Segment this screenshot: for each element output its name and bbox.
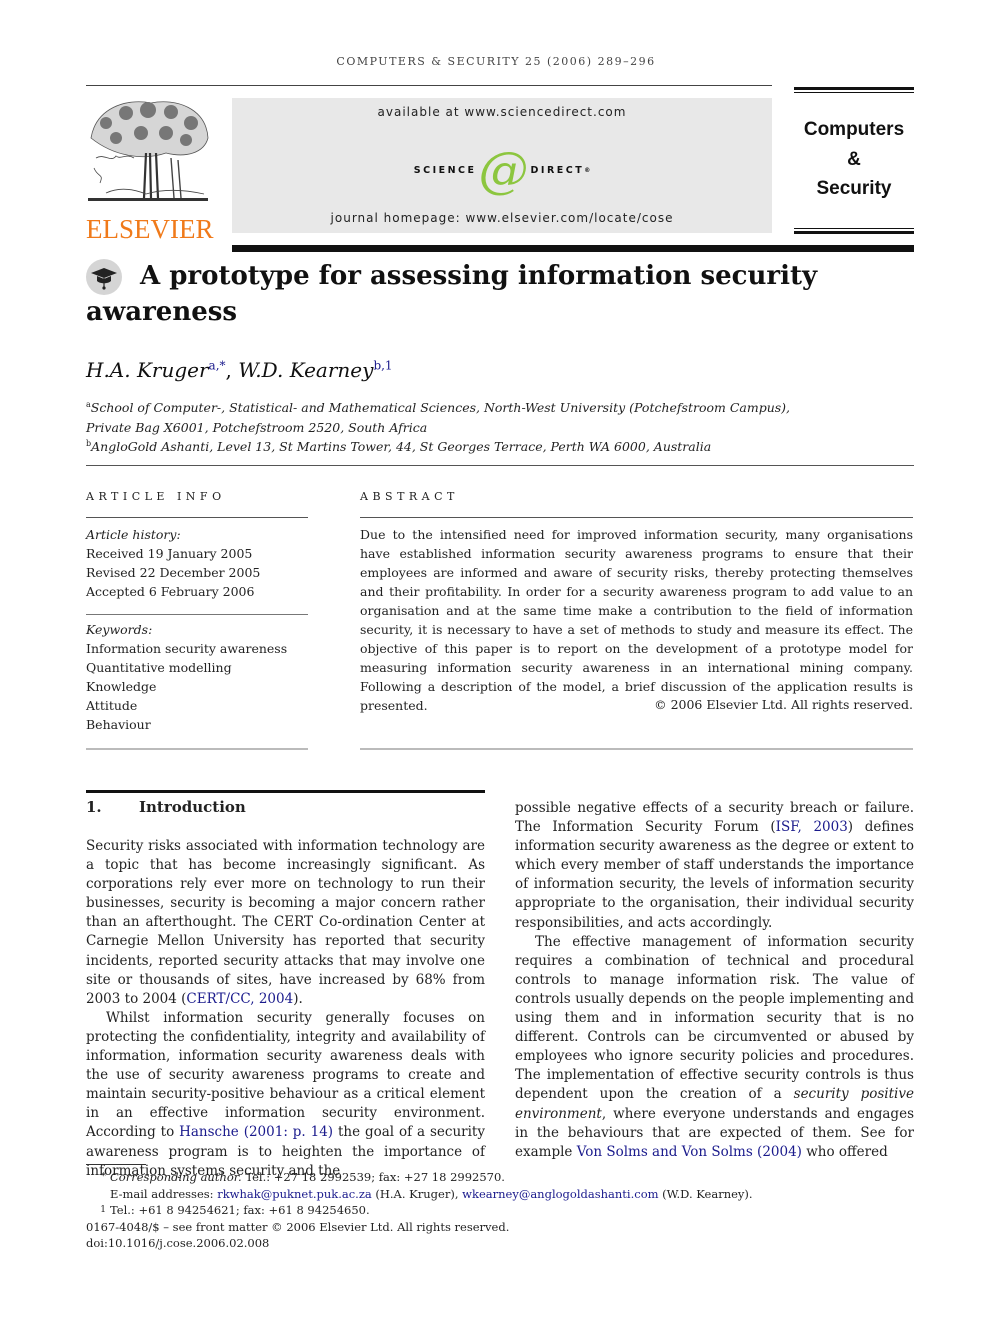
keyword: Attitude xyxy=(86,698,138,713)
history-rule xyxy=(86,614,308,615)
journal-homepage-link[interactable]: journal homepage: www.elsevier.com/locat… xyxy=(232,211,772,225)
registered-mark: ® xyxy=(584,166,591,174)
author-marks[interactable]: b,1 xyxy=(373,358,392,372)
article-info-heading: ARTICLE INFO xyxy=(86,490,226,503)
masthead-rule xyxy=(232,245,914,252)
footnote-emails: E-mail addresses: rkwhak@puknet.puk.ac.z… xyxy=(110,1186,753,1201)
journal-rule-top-2 xyxy=(794,92,914,93)
paragraph: Whilst information security generally fo… xyxy=(86,1009,485,1179)
citation-link[interactable]: Hansche (2001: p. 14) xyxy=(179,1124,333,1140)
citation-link[interactable]: CERT/CC, 2004 xyxy=(186,991,293,1007)
section-number: 1. xyxy=(86,798,102,816)
elsevier-logo: ELSEVIER xyxy=(86,98,214,244)
sciencedirect-banner: available at www.sciencedirect.com SCIEN… xyxy=(232,98,772,233)
author-name[interactable]: W.D. Kearney xyxy=(238,358,373,382)
affiliation-a: aSchool of Computer-, Statistical- and M… xyxy=(86,400,791,435)
abstract-text: Due to the intensified need for improved… xyxy=(360,527,913,713)
affiliation-b: bAngloGold Ashanti, Level 13, St Martins… xyxy=(86,439,712,455)
author-name[interactable]: H.A. Kruger xyxy=(86,358,209,382)
abstract-heading: ABSTRACT xyxy=(360,490,459,503)
keyword: Quantitative modelling xyxy=(86,660,232,675)
keyword: Behaviour xyxy=(86,717,151,732)
front-matter: 0167-4048/$ – see front matter © 2006 El… xyxy=(86,1219,510,1234)
journal-name-line3: Security xyxy=(816,178,892,199)
footnotes: * Corresponding author. Tel.: +27 18 2992… xyxy=(86,1169,886,1252)
doi[interactable]: doi:10.1016/j.cose.2006.02.008 xyxy=(86,1235,886,1252)
footnote-1: 1 Tel.: +61 8 94254621; fax: +61 8 942546… xyxy=(100,1203,370,1217)
affiliation-rule xyxy=(86,465,914,466)
journal-rule-top-1 xyxy=(794,87,914,90)
paragraph: The effective management of information … xyxy=(515,933,914,1160)
body-right-column: possible negative effects of a security … xyxy=(515,799,914,1162)
keyword: Knowledge xyxy=(86,679,157,694)
journal-name: Computers & Security xyxy=(794,115,914,204)
article-info-rule xyxy=(86,517,308,518)
logo-science: SCIENCE xyxy=(413,164,477,176)
available-at-link[interactable]: available at www.sciencedirect.com xyxy=(232,105,772,119)
history-revised: Revised 22 December 2005 xyxy=(86,565,261,580)
history-label: Article history: xyxy=(86,527,181,542)
footnote-rule xyxy=(86,1164,146,1165)
journal-rule-bottom-1 xyxy=(794,228,914,229)
citation-link[interactable]: ISF, 2003 xyxy=(776,819,848,835)
history-received: Received 19 January 2005 xyxy=(86,546,253,561)
running-head: COMPUTERS & SECURITY 25 (2006) 289–296 xyxy=(336,55,656,68)
citation-link[interactable]: Von Solms and Von Solms (2004) xyxy=(577,1144,802,1160)
logo-direct: DIRECT xyxy=(530,164,585,176)
footnote-corresponding: * Corresponding author. Tel.: +27 18 2992… xyxy=(101,1170,505,1184)
author-marks[interactable]: a,* xyxy=(209,358,226,372)
publisher-name: ELSEVIER xyxy=(86,214,214,244)
keywords-rule xyxy=(86,748,308,750)
tree-icon xyxy=(88,101,209,201)
email-link[interactable]: wkearney@anglogoldashanti.com xyxy=(462,1187,658,1201)
section-title: Introduction xyxy=(139,798,246,816)
section-rule xyxy=(86,790,485,793)
abstract-bottom-rule xyxy=(360,748,913,750)
journal-name-line2: & xyxy=(847,148,861,170)
article-history: Article history: Received 19 January 200… xyxy=(86,525,308,601)
abstract-copyright: © 2006 Elsevier Ltd. All rights reserved… xyxy=(654,697,913,712)
history-accepted: Accepted 6 February 2006 xyxy=(86,584,255,599)
paragraph: possible negative effects of a security … xyxy=(515,800,914,931)
section-heading: 1. Introduction xyxy=(86,798,246,816)
body-left-column: Security risks associated with informati… xyxy=(86,837,485,1181)
keywords: Keywords: Information security awareness… xyxy=(86,620,308,734)
email-link[interactable]: rkwhak@puknet.puk.ac.za xyxy=(217,1187,372,1201)
header-rule xyxy=(86,85,772,86)
journal-rule-bottom-2 xyxy=(794,231,914,234)
sciencedirect-logo[interactable]: SCIENCE @ DIRECT ® xyxy=(232,144,772,196)
keyword: Information security awareness xyxy=(86,641,288,656)
article-title: A prototype for assessing information se… xyxy=(86,261,818,327)
journal-name-line1: Computers xyxy=(803,119,905,140)
paragraph: Security risks associated with informati… xyxy=(86,838,485,1007)
keywords-label: Keywords: xyxy=(86,622,153,637)
authors: H.A. Krugera,*, W.D. Kearneyb,1 xyxy=(86,358,393,382)
abstract-rule xyxy=(360,517,913,518)
at-symbol-icon: @ xyxy=(478,141,529,199)
